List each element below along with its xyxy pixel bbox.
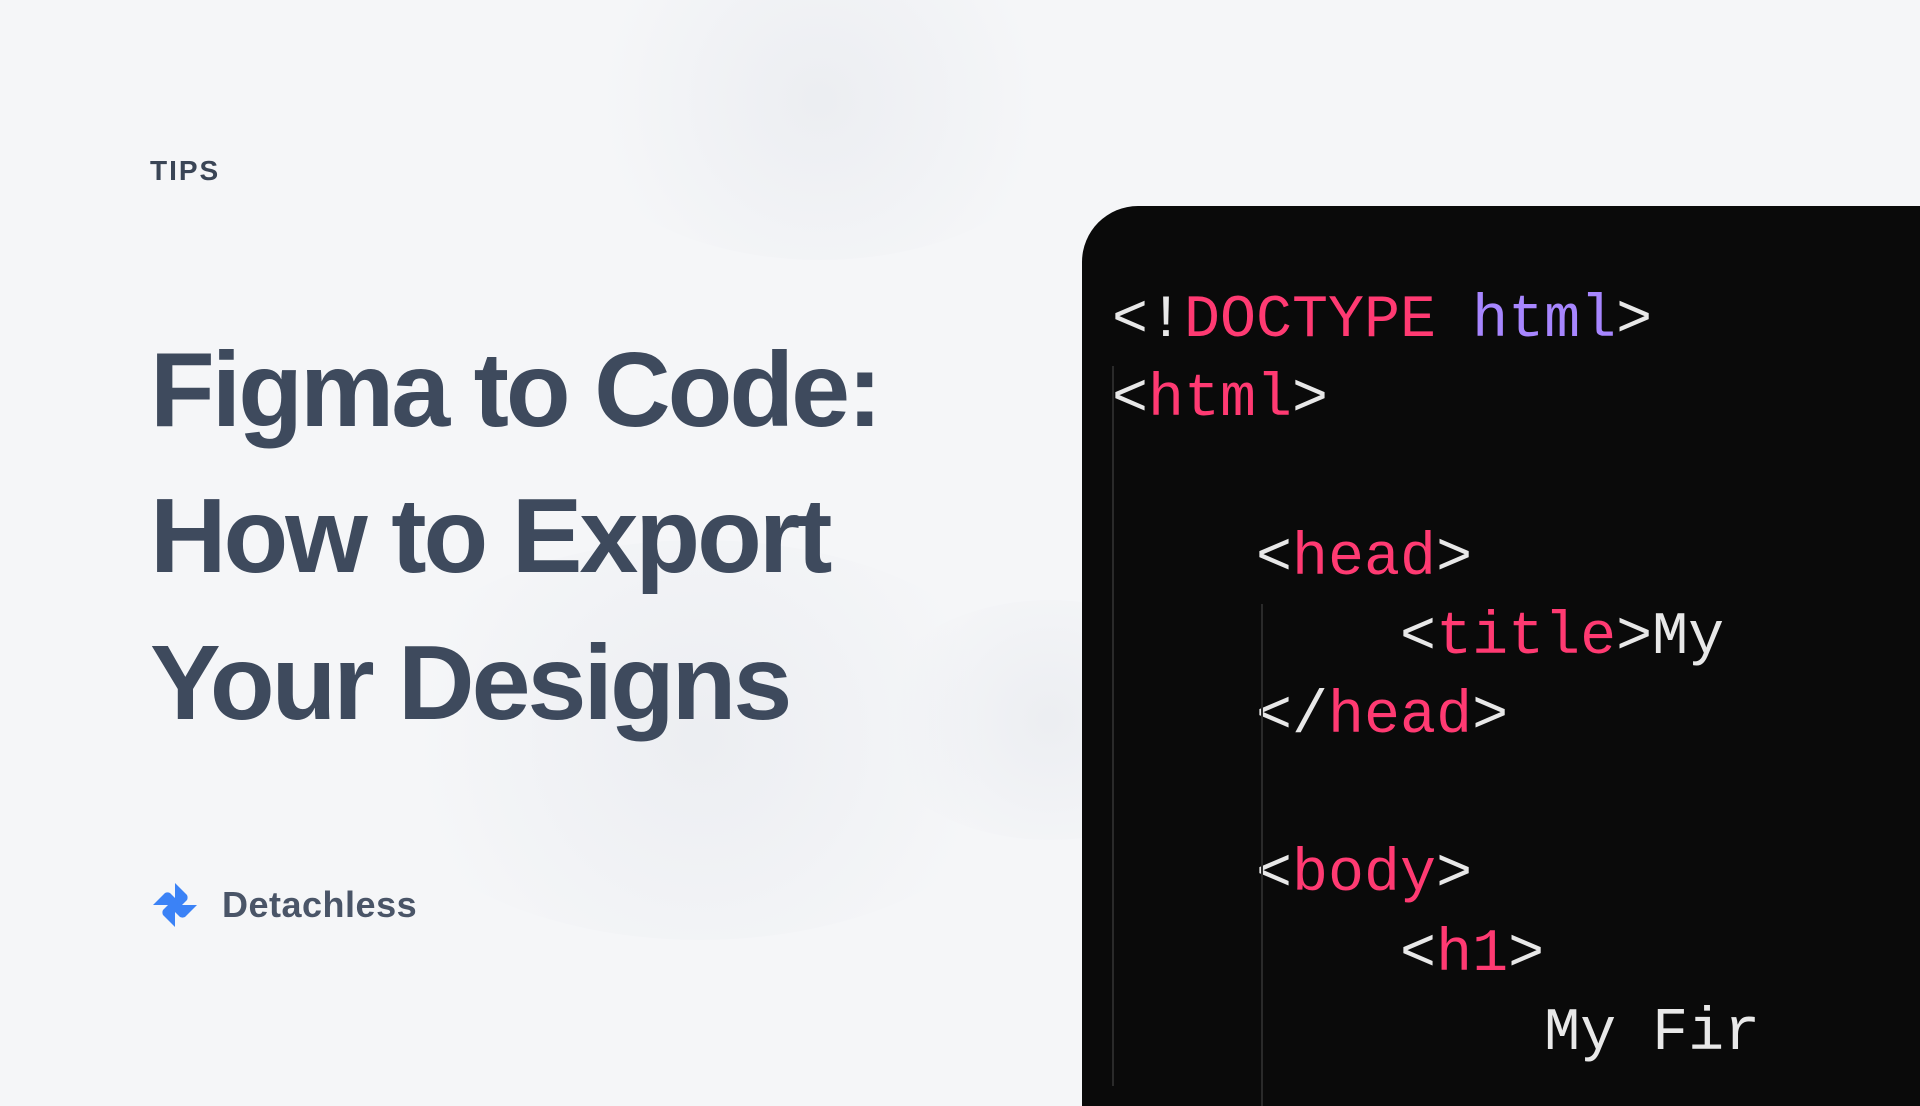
category-label: TIPS	[150, 155, 1040, 187]
page-headline: Figma to Code: How to Export Your Design…	[150, 317, 1040, 756]
code-panel: <!DOCTYPE html> <html> <head> <title>My …	[1082, 206, 1920, 1106]
brand-name: Detachless	[222, 884, 417, 926]
indent-guide	[1261, 604, 1263, 1106]
left-column: TIPS Figma to Code: How to Export Your D…	[150, 155, 1040, 756]
brand-logo-icon	[150, 880, 200, 930]
code-snippet: <!DOCTYPE html> <html> <head> <title>My …	[1112, 282, 1920, 1074]
indent-guide	[1112, 366, 1114, 1086]
brand-badge: Detachless	[150, 880, 417, 930]
